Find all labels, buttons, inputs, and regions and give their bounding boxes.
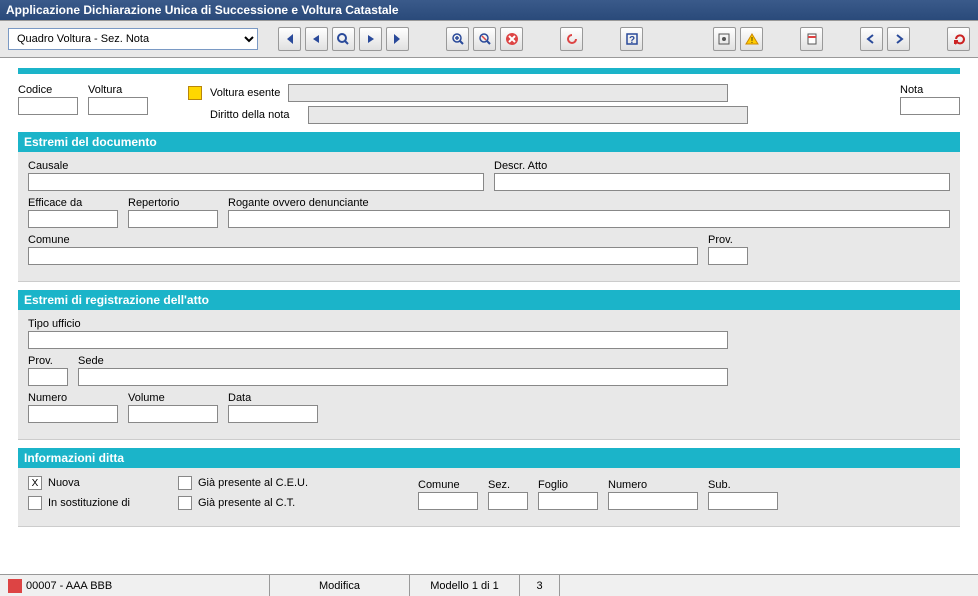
ditta-foglio-field[interactable]: [538, 492, 598, 510]
edit-icon[interactable]: [473, 27, 496, 51]
next-record-icon[interactable]: [359, 27, 382, 51]
diritto-label: Diritto della nota: [210, 109, 300, 121]
ditta-comune-label: Comune: [418, 479, 478, 491]
section-estremi-documento: Estremi del documento: [18, 132, 960, 152]
rogante-field[interactable]: [228, 210, 950, 228]
ditta-foglio-label: Foglio: [538, 479, 598, 491]
sede-label: Sede: [78, 355, 728, 367]
ditta-sez-field[interactable]: [488, 492, 528, 510]
toolbar: Quadro Voltura - Sez. Nota ? !: [0, 20, 978, 58]
window-title: Applicazione Dichiarazione Unica di Succ…: [0, 0, 978, 20]
voltura-label: Voltura: [88, 84, 148, 96]
nota-label: Nota: [900, 84, 960, 96]
undo-icon[interactable]: [947, 27, 970, 51]
ceu-label: Già presente al C.E.U.: [198, 477, 308, 489]
numero-label: Numero: [28, 392, 118, 404]
comune-label: Comune: [28, 234, 698, 246]
nuova-label: Nuova: [48, 477, 80, 489]
top-accent-bar: [18, 68, 960, 74]
help-icon[interactable]: ?: [620, 27, 643, 51]
ditta-sez-label: Sez.: [488, 479, 528, 491]
data-field[interactable]: [228, 405, 318, 423]
sostituzione-checkbox[interactable]: [28, 496, 42, 510]
repertorio-field[interactable]: [128, 210, 218, 228]
section-informazioni-ditta: Informazioni ditta: [18, 448, 960, 468]
status-mode: Modifica: [270, 575, 410, 596]
ditta-numero-field[interactable]: [608, 492, 698, 510]
ct-label: Già presente al C.T.: [198, 497, 295, 509]
efficace-label: Efficace da: [28, 197, 118, 209]
codice-field: [18, 97, 78, 115]
descr-atto-label: Descr. Atto: [494, 160, 950, 172]
nuova-checkbox[interactable]: X: [28, 476, 42, 490]
reg-prov-label: Prov.: [28, 355, 68, 367]
zoom-in-icon[interactable]: [446, 27, 469, 51]
status-record-icon: [8, 579, 22, 593]
efficace-field[interactable]: [28, 210, 118, 228]
svg-text:!: !: [750, 36, 752, 45]
rogante-label: Rogante ovvero denunciante: [228, 197, 950, 209]
nota-field: [900, 97, 960, 115]
causale-label: Causale: [28, 160, 484, 172]
sostituzione-label: In sostituzione di: [48, 497, 130, 509]
voltura-esente-marker: [188, 86, 202, 100]
comune-field[interactable]: [28, 247, 698, 265]
ditta-comune-field[interactable]: [418, 492, 478, 510]
refresh-icon[interactable]: [560, 27, 583, 51]
section-dropdown[interactable]: Quadro Voltura - Sez. Nota: [8, 28, 258, 50]
ditta-sub-label: Sub.: [708, 479, 778, 491]
search-icon[interactable]: [332, 27, 355, 51]
status-record: 00007 - AAA BBB: [26, 580, 112, 592]
voltura-esente-label: Voltura esente: [210, 87, 280, 99]
data-label: Data: [228, 392, 318, 404]
section-estremi-registrazione: Estremi di registrazione dell'atto: [18, 290, 960, 310]
ceu-checkbox[interactable]: [178, 476, 192, 490]
prev-record-icon[interactable]: [305, 27, 328, 51]
warning-icon[interactable]: !: [740, 27, 763, 51]
status-model: Modello 1 di 1: [410, 575, 520, 596]
riferimento-field: [288, 84, 728, 102]
ct-checkbox[interactable]: [178, 496, 192, 510]
codice-label: Codice: [18, 84, 78, 96]
export-icon[interactable]: [800, 27, 823, 51]
first-record-icon[interactable]: [278, 27, 301, 51]
nav-left-icon[interactable]: [860, 27, 883, 51]
causale-field[interactable]: [28, 173, 484, 191]
numero-field[interactable]: [28, 405, 118, 423]
prov-field[interactable]: [708, 247, 748, 265]
reg-prov-field: [28, 368, 68, 386]
status-page: 3: [520, 575, 560, 596]
delete-icon[interactable]: [500, 27, 523, 51]
tipo-ufficio-label: Tipo ufficio: [28, 318, 728, 330]
volume-label: Volume: [128, 392, 218, 404]
volume-field[interactable]: [128, 405, 218, 423]
ditta-sub-field[interactable]: [708, 492, 778, 510]
voltura-field: [88, 97, 148, 115]
diritto-field[interactable]: [308, 106, 748, 124]
prov-label: Prov.: [708, 234, 748, 246]
sede-field[interactable]: [78, 368, 728, 386]
status-bar: 00007 - AAA BBB Modifica Modello 1 di 1 …: [0, 574, 978, 596]
nav-right-icon[interactable]: [887, 27, 910, 51]
settings-icon[interactable]: [713, 27, 736, 51]
svg-text:?: ?: [629, 35, 635, 46]
descr-atto-field[interactable]: [494, 173, 950, 191]
tipo-ufficio-field[interactable]: [28, 331, 728, 349]
repertorio-label: Repertorio: [128, 197, 218, 209]
ditta-numero-label: Numero: [608, 479, 698, 491]
last-record-icon[interactable]: [386, 27, 409, 51]
